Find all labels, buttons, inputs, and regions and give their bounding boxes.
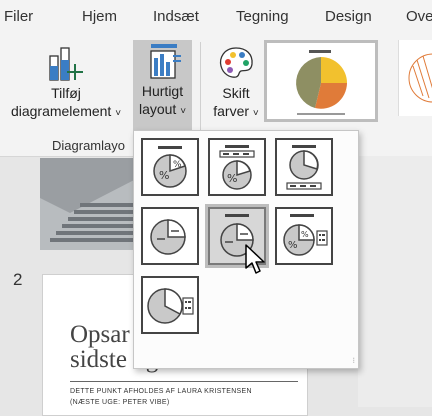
resize-grip-icon[interactable]: ⁝ [352, 356, 355, 365]
layout-7-icon [147, 288, 194, 324]
quick-layout-label2: layout [138, 101, 177, 117]
add-chart-element-button[interactable]: Tilføj diagramelement ˅ [2, 42, 130, 132]
tab-home[interactable]: Hjem [82, 8, 117, 25]
layout-3-icon [286, 145, 322, 190]
ribbon-tab-bar: Filer Hjem Indsæt Tegning Design Ove [0, 0, 432, 34]
change-colors-label2: farver [213, 103, 250, 119]
layout-option-7[interactable] [141, 276, 199, 334]
chevron-down-icon: ˅ [180, 106, 187, 117]
slide-number: 2 [13, 270, 23, 289]
slide2-text-line2: (NÆSTE UGE: PETER VIBE) [70, 399, 170, 406]
layout-option-2[interactable]: % [208, 138, 266, 196]
change-colors-label1: Skift [222, 85, 250, 101]
layout-4-icon [150, 219, 186, 255]
tab-insert[interactable]: Indsæt [153, 8, 199, 25]
tab-file[interactable]: Filer [4, 8, 33, 25]
svg-text:%: % [227, 172, 237, 185]
svg-text:%: % [159, 169, 169, 182]
add-chart-element-icon [49, 47, 83, 81]
layout-option-3[interactable] [275, 138, 333, 196]
ribbon-group-label: Diagramlayo [52, 138, 125, 153]
palette-icon [219, 47, 253, 78]
layout-6-icon: % % [283, 214, 328, 256]
change-colors-button[interactable]: Skift farver ˅ [206, 42, 266, 132]
chart-style-preview [296, 50, 347, 115]
slide-thumbnail-1[interactable] [40, 158, 138, 250]
slide2-text-line1: DETTE PUNKT AFHOLDES AF LAURA KRISTENSEN [70, 388, 252, 395]
add-chart-element-label2: diagramelement [10, 103, 112, 119]
chevron-down-icon: ˅ [115, 108, 122, 119]
layout-1-icon: % % [153, 146, 187, 188]
tab-design[interactable]: Design [325, 8, 372, 25]
svg-text:%: % [173, 160, 182, 170]
chart-style-gallery-item[interactable] [398, 40, 432, 116]
tab-draw[interactable]: Tegning [236, 8, 289, 25]
chart-style-gallery-item-selected[interactable] [264, 40, 378, 122]
quick-layout-button[interactable]: Hurtigt layout ˅ [133, 40, 192, 130]
quick-layout-icon [149, 44, 181, 79]
slide2-divider [70, 381, 298, 382]
layout-option-1[interactable]: % % [141, 138, 199, 196]
slide2-title-line1: Opsar [70, 321, 130, 348]
stairs-image [40, 158, 138, 250]
add-chart-element-label1: Tilføj [51, 85, 81, 101]
chart-style-preview [408, 53, 432, 103]
layout-option-4[interactable] [141, 207, 199, 265]
mouse-cursor-icon [245, 244, 265, 274]
layout-2-icon: % [219, 145, 255, 190]
chevron-down-icon: ˅ [252, 108, 259, 119]
layout-option-6[interactable]: % % [275, 207, 333, 265]
quick-layout-label1: Hurtigt [141, 83, 184, 99]
svg-text:%: % [301, 230, 309, 239]
document-background [358, 156, 432, 407]
tab-overview[interactable]: Ove [406, 8, 432, 25]
svg-text:%: % [288, 240, 298, 251]
